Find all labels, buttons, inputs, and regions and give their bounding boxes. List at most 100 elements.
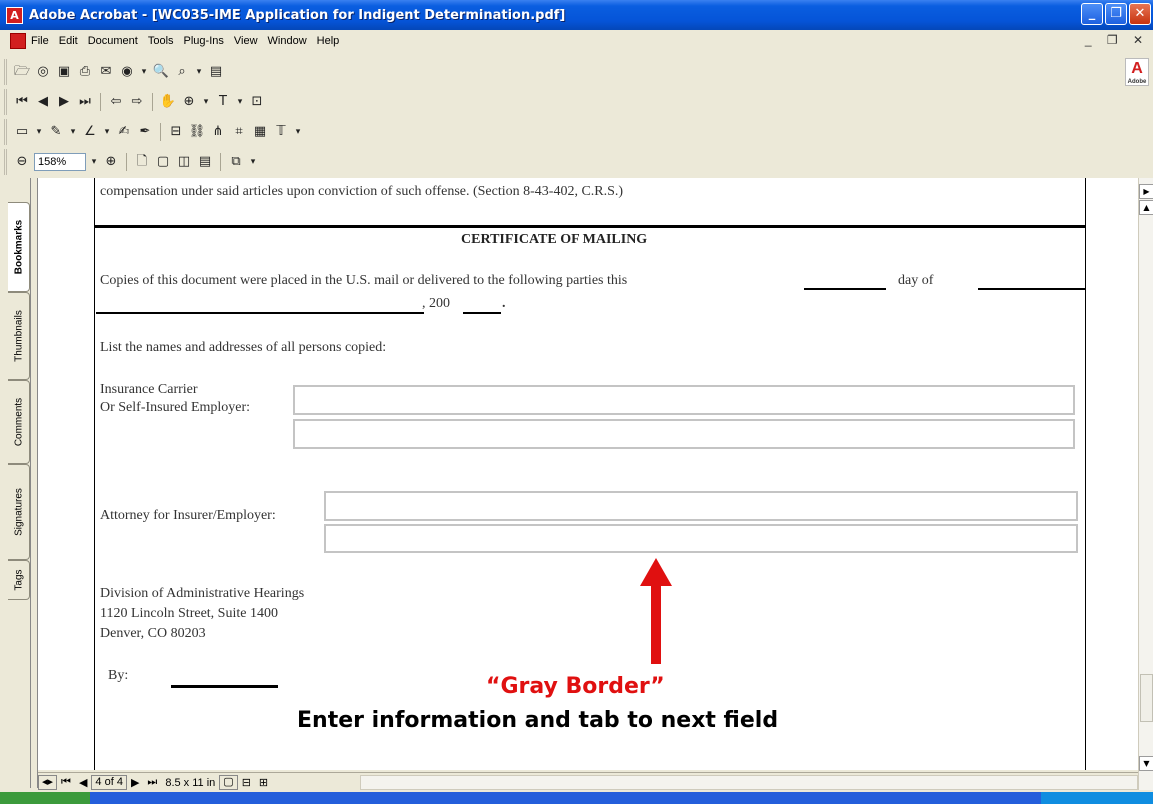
previous-page-icon[interactable]: ◀	[75, 776, 91, 789]
article-tool-icon[interactable]: ⋔	[209, 123, 227, 141]
chevron-down-icon[interactable]: ▾	[68, 123, 78, 141]
minimize-icon[interactable]: _	[1081, 3, 1103, 25]
continuous-facing-icon[interactable]: ⊞	[255, 776, 272, 789]
arrow-up-icon	[640, 558, 672, 664]
zoom-in-icon[interactable]: ⊕	[102, 153, 120, 171]
crop-tool-icon[interactable]: ⌗	[230, 123, 248, 141]
sign-icon[interactable]: ✒	[136, 123, 154, 141]
month-blank	[978, 288, 1086, 290]
menu-view[interactable]: View	[229, 35, 263, 47]
chevron-down-icon[interactable]: ▾	[139, 63, 149, 81]
menu-help[interactable]: Help	[312, 35, 345, 47]
scroll-thumb[interactable]	[1140, 674, 1153, 722]
chevron-down-icon[interactable]: ▾	[201, 93, 211, 111]
go-back-icon[interactable]: ⇦	[107, 93, 125, 111]
fit-width-icon[interactable]: ◫	[175, 153, 193, 171]
file-toolbar-group: 🗁 ◎ ▣ ⎙ ✉ ◉ ▾ 🔍 ⌕ ▾ ▤	[4, 59, 229, 85]
chevron-down-icon[interactable]: ▾	[235, 93, 245, 111]
last-page-icon[interactable]: ⏭	[143, 776, 161, 789]
first-page-icon[interactable]: ⏮	[13, 93, 31, 111]
open-icon[interactable]: 🗁	[13, 63, 31, 81]
note-icon[interactable]: ▭	[13, 123, 31, 141]
save-icon[interactable]: ▣	[55, 63, 73, 81]
first-page-icon[interactable]: ⏮	[57, 776, 75, 789]
tab-comments[interactable]: Comments	[8, 380, 30, 464]
scroll-up-icon[interactable]: ▲	[1139, 200, 1153, 215]
chevron-down-icon[interactable]: ▾	[293, 123, 303, 141]
tab-thumbnails[interactable]: Thumbnails	[8, 292, 30, 380]
chevron-down-icon[interactable]: ▾	[102, 123, 112, 141]
search-icon[interactable]: ⌕	[173, 63, 191, 81]
web-icon[interactable]: ◎	[34, 63, 52, 81]
document-view[interactable]: compensation under said articles upon co…	[38, 178, 1138, 770]
print-icon[interactable]: ⎙	[76, 63, 94, 81]
horizontal-scrollbar[interactable]	[360, 775, 1138, 790]
link-tool-icon[interactable]: ⛓	[188, 123, 206, 141]
form-tool-icon[interactable]: ⊟	[167, 123, 185, 141]
tab-tags[interactable]: Tags	[8, 560, 30, 600]
zoom-out-icon[interactable]: ⊖	[13, 153, 31, 171]
find-icon[interactable]: 🔍	[152, 63, 170, 81]
next-page-icon[interactable]: ▶	[55, 93, 73, 111]
fit-page-icon[interactable]: ▢	[154, 153, 172, 171]
chevron-down-icon[interactable]: ▾	[34, 123, 44, 141]
touchup-text-icon[interactable]: 𝕋	[272, 123, 290, 141]
fit-visible-icon[interactable]: ▤	[196, 153, 214, 171]
pencil-icon[interactable]: ✎	[47, 123, 65, 141]
start-button[interactable]	[0, 792, 90, 804]
scroll-down-icon[interactable]: ▼	[1139, 756, 1153, 771]
section-rule	[94, 225, 1086, 228]
insurance-carrier-field-2[interactable]	[293, 419, 1075, 449]
menu-window[interactable]: Window	[263, 35, 312, 47]
single-page-icon[interactable]: ▢	[219, 775, 238, 790]
instruction-callout: Enter information and tab to next field	[297, 708, 779, 733]
editing-toolbar: ▭ ▾ ✎ ▾ ∠ ▾ ✍ ✒ ⊟ ⛓ ⋔ ⌗ ▦ 𝕋 ▾	[4, 118, 307, 146]
actual-size-icon[interactable]: 🗋	[133, 153, 151, 171]
insurance-carrier-field-1[interactable]	[293, 385, 1075, 415]
tab-signatures[interactable]: Signatures	[8, 464, 30, 560]
page-number-field[interactable]: 4 of 4	[91, 775, 127, 790]
copies-text: Copies of this document were placed in t…	[100, 273, 628, 288]
snapshot-icon[interactable]: ⊡	[248, 93, 266, 111]
hand-tool-icon[interactable]: ✋	[159, 93, 177, 111]
zoom-in-icon[interactable]: ⊕	[180, 93, 198, 111]
attorney-field-1[interactable]	[324, 491, 1078, 521]
pane-splitter[interactable]	[30, 178, 38, 788]
menu-tools[interactable]: Tools	[143, 35, 179, 47]
close-icon[interactable]: ✕	[1129, 3, 1151, 25]
document-icon[interactable]	[10, 33, 26, 49]
previous-page-icon[interactable]: ◀	[34, 93, 52, 111]
movie-tool-icon[interactable]: ▦	[251, 123, 269, 141]
web-capture-icon[interactable]: ◉	[118, 63, 136, 81]
continuous-icon[interactable]: ⊟	[238, 776, 255, 789]
menu-edit[interactable]: Edit	[54, 35, 83, 47]
email-icon[interactable]: ✉	[97, 63, 115, 81]
document-window-controls[interactable]: _ ❐ ✕	[1085, 33, 1149, 47]
division-line-2: 1120 Lincoln Street, Suite 1400	[100, 606, 278, 621]
menu-bar: File Edit Document Tools Plug-Ins View W…	[0, 30, 1153, 52]
adobe-logo[interactable]: A Adobe	[1125, 58, 1149, 86]
division-line-1: Division of Administrative Hearings	[100, 586, 305, 601]
rotate-icon[interactable]: ⧉	[227, 153, 245, 171]
last-page-icon[interactable]: ⏭	[76, 93, 94, 111]
menu-file[interactable]: File	[26, 35, 54, 47]
view-toolbar-group: ⊖ 158% ▾ ⊕ 🗋 ▢ ◫ ▤ ⧉ ▾	[4, 149, 262, 175]
menu-document[interactable]: Document	[83, 35, 143, 47]
tab-bookmarks[interactable]: Bookmarks	[8, 202, 30, 292]
go-forward-icon[interactable]: ⇨	[128, 93, 146, 111]
text-select-icon[interactable]: T	[214, 93, 232, 111]
zoom-level-input[interactable]: 158%	[34, 153, 86, 171]
chevron-down-icon[interactable]: ▾	[89, 153, 99, 171]
chevron-down-icon[interactable]: ▾	[248, 153, 258, 171]
menu-plugins[interactable]: Plug-Ins	[179, 35, 229, 47]
next-page-icon[interactable]: ▶	[127, 776, 143, 789]
digital-signature-icon[interactable]: ✍	[115, 123, 133, 141]
show-hide-nav-icon[interactable]: ▤	[207, 63, 225, 81]
panel-menu-icon[interactable]: ▶	[1139, 184, 1153, 199]
attorney-field-2[interactable]	[324, 524, 1078, 553]
line-tool-icon[interactable]: ∠	[81, 123, 99, 141]
restore-icon[interactable]: ❐	[1105, 3, 1127, 25]
vertical-scrollbar[interactable]: ▶ ▲ ▼	[1138, 178, 1153, 790]
nav-pane-toggle-icon[interactable]: ◂▸	[38, 775, 58, 790]
chevron-down-icon[interactable]: ▾	[194, 63, 204, 81]
